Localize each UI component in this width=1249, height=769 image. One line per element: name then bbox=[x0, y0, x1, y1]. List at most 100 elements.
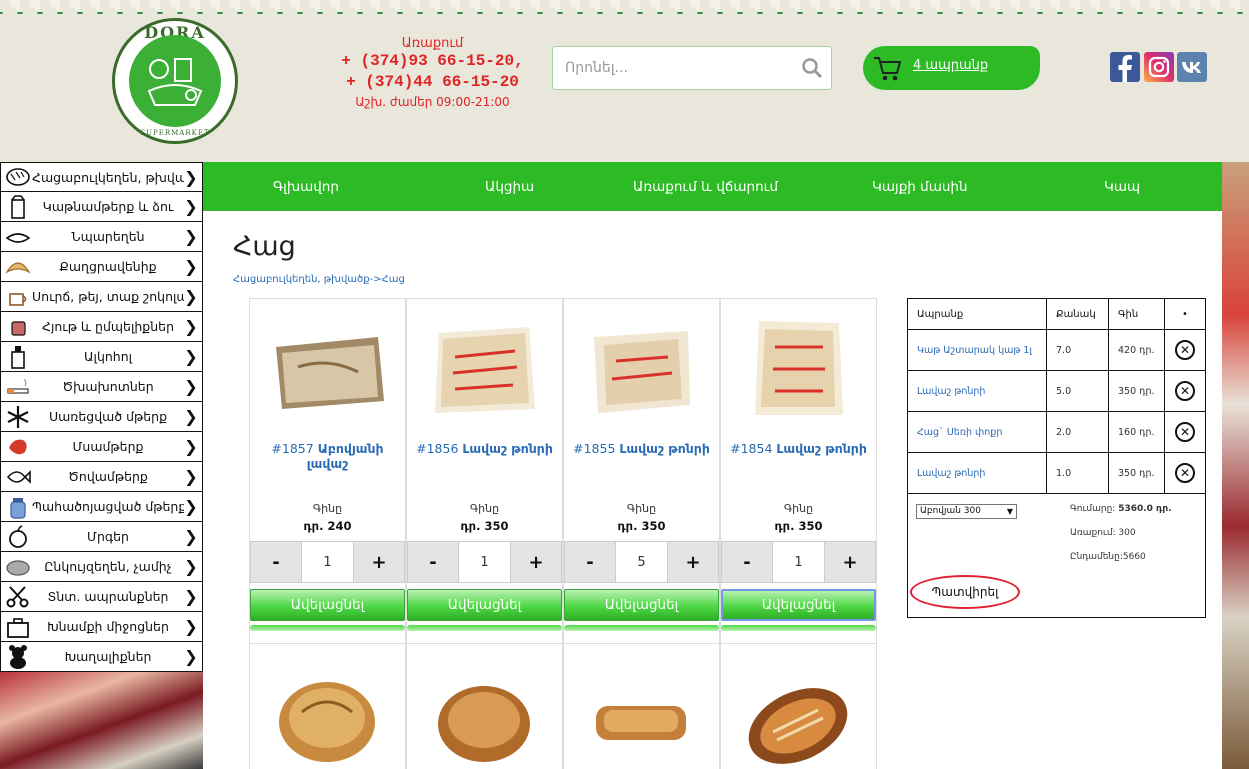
sidebar-category-label: Հյութ և ըմպելիքներ bbox=[42, 319, 174, 334]
remove-item-icon[interactable]: ✕ bbox=[1175, 463, 1195, 483]
product-card[interactable]: #1854 Լավաշ թոնրի Գինը դր. 350-1 + Ավելացնել bbox=[720, 298, 877, 644]
sidebar-category-item[interactable]: Ալկոհոլ ❯ bbox=[0, 342, 203, 372]
quantity-input[interactable]: 5 bbox=[616, 541, 667, 583]
sidebar-category-item[interactable]: Սառեցված մթերք ❯ bbox=[0, 402, 203, 432]
add-to-cart-button[interactable]: Ավելացնել bbox=[721, 589, 876, 621]
phone-1[interactable]: + (374)93 66-15-20, bbox=[330, 51, 535, 72]
sidebar-category-item[interactable]: Ծխախոտներ ❯ bbox=[0, 372, 203, 402]
product-card[interactable]: #1855 Լավաշ թոնրի Գինը դր. 350-5 + Ավելացնել bbox=[563, 298, 720, 644]
product-price: դր. 240 bbox=[303, 519, 352, 533]
sidebar-category-item[interactable]: Քաղցրավենիք ❯ bbox=[0, 252, 203, 282]
increase-qty-button[interactable]: + bbox=[824, 541, 876, 583]
cart-item-name[interactable]: Լավաշ թոնրի bbox=[908, 453, 1047, 493]
sidebar-category-label: Հացաբուլկեղեն, թխվածք bbox=[32, 169, 184, 185]
nav-tab-delivery[interactable]: Առաքում և վճարում bbox=[633, 179, 778, 195]
chevron-right-icon: ❯ bbox=[184, 377, 198, 396]
product-title[interactable]: #1857 Աբովյանի լավաշ bbox=[250, 441, 405, 471]
meat-icon bbox=[4, 434, 32, 460]
sidebar-category-label: Կաթնամթերք և ձու bbox=[42, 199, 174, 214]
product-name: Լավաշ թոնրի bbox=[619, 441, 710, 456]
nav-tab-promo[interactable]: Ակցիա bbox=[485, 179, 534, 195]
remove-item-icon[interactable]: ✕ bbox=[1175, 422, 1195, 442]
product-card[interactable]: #1856 Լավաշ թոնրի Գինը դր. 350-1 + Ավելացնել bbox=[406, 298, 563, 644]
facebook-icon[interactable] bbox=[1110, 52, 1140, 82]
sidebar-category-item[interactable]: Սուրճ, թեյ, տաք շոկոլադ ❯ bbox=[0, 282, 203, 312]
quantity-input[interactable]: 1 bbox=[302, 541, 353, 583]
cart-item-name[interactable]: Կաթ Աշտարակ կաթ 1լ bbox=[908, 330, 1047, 370]
sidebar-category-item[interactable]: Տնտ. ապրանքներ ❯ bbox=[0, 582, 203, 612]
product-title[interactable]: #1856 Լավաշ թոնրի bbox=[407, 441, 562, 456]
product-title[interactable]: #1855 Լավաշ թոնրի bbox=[564, 441, 719, 456]
side-background-photo bbox=[1222, 162, 1249, 769]
product-image[interactable] bbox=[739, 317, 859, 421]
quantity-input[interactable]: 1 bbox=[459, 541, 510, 583]
decrease-qty-button[interactable]: - bbox=[564, 541, 616, 583]
quantity-input[interactable]: 1 bbox=[773, 541, 824, 583]
product-title[interactable]: #1854 Լավաշ թոնրի bbox=[721, 441, 876, 456]
store-logo[interactable]: DORA SUPERMARKET bbox=[112, 18, 238, 144]
product-card[interactable] bbox=[249, 643, 406, 769]
chevron-right-icon: ❯ bbox=[184, 407, 198, 426]
nav-tab-about[interactable]: Կայքի մասին bbox=[872, 179, 968, 195]
sidebar-category-item[interactable]: Ծովամթերք ❯ bbox=[0, 462, 203, 492]
phone-2[interactable]: + (374)44 66-15-20 bbox=[330, 72, 535, 93]
nav-tab-home[interactable]: Գլխավոր bbox=[273, 179, 339, 195]
sidebar-category-item[interactable]: Նպարեղեն ❯ bbox=[0, 222, 203, 252]
search-icon[interactable] bbox=[801, 57, 823, 79]
decrease-qty-button[interactable]: - bbox=[250, 541, 302, 583]
cart-button[interactable]: 4 ապրանք bbox=[863, 46, 1040, 90]
instagram-icon[interactable] bbox=[1144, 52, 1174, 82]
delivery-area-select[interactable]: Աբովյան 300 ▼ bbox=[916, 504, 1017, 519]
decrease-qty-button[interactable]: - bbox=[721, 541, 773, 583]
chevron-right-icon: ❯ bbox=[184, 557, 198, 576]
product-image[interactable] bbox=[268, 317, 388, 421]
sidebar-category-item[interactable]: Հյութ և ըմպելիքներ ❯ bbox=[0, 312, 203, 342]
fish-icon bbox=[4, 464, 32, 490]
cart-item-name[interactable]: Լավաշ թոնրի bbox=[908, 371, 1047, 411]
price-label: Գինը bbox=[783, 502, 814, 515]
sidebar-category-item[interactable]: Խնամքի միջոցներ ❯ bbox=[0, 612, 203, 642]
chevron-right-icon: ❯ bbox=[184, 257, 198, 276]
increase-qty-button[interactable]: + bbox=[510, 541, 562, 583]
bottle-icon bbox=[4, 344, 32, 370]
product-card[interactable]: #1857 Աբովյանի լավաշ Գինը դր. 240-1 + Ավելաց… bbox=[249, 298, 406, 644]
product-card[interactable] bbox=[406, 643, 563, 769]
product-image[interactable] bbox=[425, 317, 545, 421]
increase-qty-button[interactable]: + bbox=[667, 541, 719, 583]
sidebar-category-item[interactable]: Խաղալիքներ ❯ bbox=[0, 642, 203, 672]
product-name: Լավաշ թոնրի bbox=[462, 441, 553, 456]
sidebar-category-item[interactable]: Ընկույզեղեն, չամիչ ❯ bbox=[0, 552, 203, 582]
nav-tab-contact[interactable]: Կապ bbox=[1104, 179, 1140, 195]
remove-item-icon[interactable]: ✕ bbox=[1175, 340, 1195, 360]
product-card[interactable] bbox=[563, 643, 720, 769]
breadcrumb[interactable]: Հացաբուլկեղեն, թխվածք->Հաց bbox=[233, 274, 405, 285]
sidebar-category-item[interactable]: Մսամթերք ❯ bbox=[0, 432, 203, 462]
sidebar-category-item[interactable]: Հացաբուլկեղեն, թխվածք❯ bbox=[0, 162, 203, 192]
site-header: DORA SUPERMARKET Առաքում + (374)93 66-15… bbox=[0, 14, 1249, 162]
cart-table-header: Ապրանք Քանակ Գին • bbox=[908, 299, 1205, 330]
delivery-area-value: Աբովյան 300 bbox=[920, 506, 981, 516]
chevron-right-icon: ❯ bbox=[184, 497, 198, 516]
cart-count-link[interactable]: 4 ապրանք bbox=[913, 58, 988, 73]
cart-item-name[interactable]: Հաց` Սեռի փոքր bbox=[908, 412, 1047, 452]
sidebar-category-item[interactable]: Մրգեր ❯ bbox=[0, 522, 203, 552]
price-label: Գինը bbox=[312, 502, 343, 515]
add-to-cart-button[interactable]: Ավելացնել bbox=[250, 589, 405, 621]
decrease-qty-button[interactable]: - bbox=[407, 541, 459, 583]
add-to-cart-button[interactable]: Ավելացնել bbox=[407, 589, 562, 621]
main-nav: Գլխավոր Ակցիա Առաքում և վճարում Կայքի մա… bbox=[203, 162, 1222, 211]
order-button[interactable]: Պատվիրել bbox=[910, 575, 1020, 609]
vk-icon[interactable] bbox=[1177, 52, 1207, 82]
remove-item-icon[interactable]: ✕ bbox=[1175, 381, 1195, 401]
sidebar-category-item[interactable]: Կաթնամթերք և ձու ❯ bbox=[0, 192, 203, 222]
sidebar-category-label: Պահածոյացված մթերք bbox=[32, 499, 184, 514]
sidebar-category-item[interactable]: Պահածոյացված մթերք ❯ bbox=[0, 492, 203, 522]
button-shadow bbox=[407, 625, 562, 631]
increase-qty-button[interactable]: + bbox=[353, 541, 405, 583]
product-card[interactable] bbox=[720, 643, 877, 769]
snowflake-icon bbox=[4, 404, 32, 430]
add-to-cart-button[interactable]: Ավելացնել bbox=[564, 589, 719, 621]
product-image[interactable] bbox=[582, 317, 702, 421]
search-input[interactable]: Որոնել... bbox=[552, 46, 832, 90]
product-price: դր. 350 bbox=[617, 519, 666, 533]
